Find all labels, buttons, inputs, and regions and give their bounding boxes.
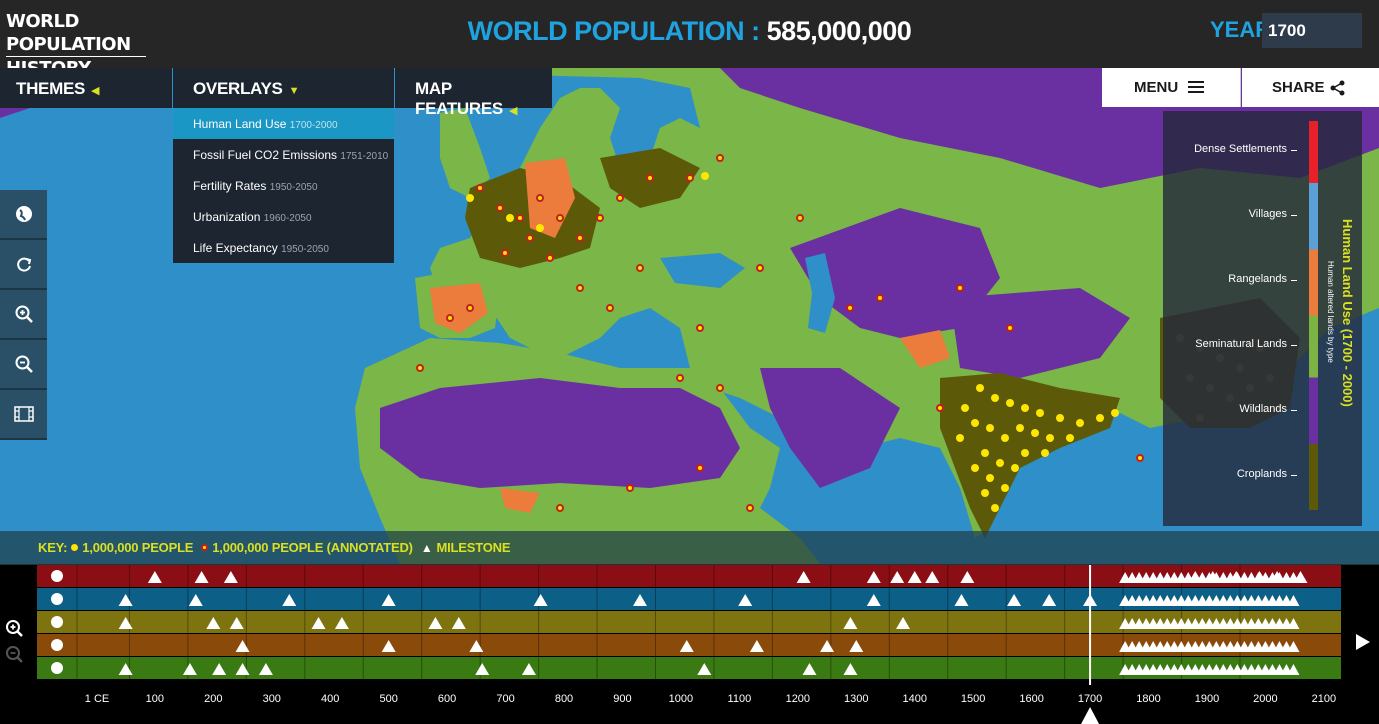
map-key: KEY: 1,000,000 PEOPLE 1,000,000 PEOPLE (AN… xyxy=(0,531,1379,565)
globe-icon xyxy=(15,206,32,222)
refresh-icon xyxy=(16,257,31,272)
people-icon xyxy=(51,616,63,628)
play-next-icon[interactable] xyxy=(1355,633,1371,651)
zoom-in-icon xyxy=(15,305,33,323)
share-label: SHARE xyxy=(1272,79,1325,96)
menu-label: MENU xyxy=(1134,79,1179,96)
overlay-item-fertility[interactable]: Fertility Rates 1950-2050 xyxy=(173,170,394,201)
timeline-tick-label: 900 xyxy=(613,693,632,705)
legend-croplands: Croplands xyxy=(1236,468,1298,480)
timeline-tick-label: 600 xyxy=(437,693,457,705)
timeline-tick-label: 2100 xyxy=(1311,693,1337,705)
overlays-dropdown: Human Land Use 1700-2000 Fossil Fuel CO2… xyxy=(173,108,394,263)
legend-wildlands: Wildlands xyxy=(1239,403,1297,415)
overlay-item-life-expectancy[interactable]: Life Expectancy 1950-2050 xyxy=(173,232,394,263)
zoom-out-icon xyxy=(15,355,33,373)
legend-color-bar xyxy=(1309,121,1318,510)
timeline-tick-label: 1100 xyxy=(727,693,752,705)
overlay-range: 1751-2010 xyxy=(340,151,389,162)
header-bar: WORLD POPULATION HISTORY WORLD POPULATIO… xyxy=(0,0,1379,79)
overlay-range: 1950-2050 xyxy=(281,244,329,255)
zoom-in-button[interactable] xyxy=(0,290,47,340)
legend-title: Human Land Use (1700 - 2000) xyxy=(1340,219,1355,407)
refresh-button[interactable] xyxy=(0,240,47,290)
zoom-out-button[interactable] xyxy=(0,340,47,390)
timeline-tick-label: 1500 xyxy=(960,693,986,705)
medical-kit-icon xyxy=(51,593,63,605)
milestone-triangle-icon: ▲ xyxy=(420,541,433,555)
tab-overlays[interactable]: OVERLAYS ▼ xyxy=(173,68,394,108)
timeline-tick-label: 1 CE xyxy=(84,693,110,705)
tab-map-features[interactable]: MAP FEATURES ◀ xyxy=(395,68,552,118)
legend-villages: Villages xyxy=(1248,208,1298,220)
legend-rangelands: Rangelands xyxy=(1228,273,1297,285)
overlay-range: 1700-2000 xyxy=(289,120,338,131)
legend-seminatural-lands: Seminatural Lands xyxy=(1195,338,1297,350)
timeline-tick-label: 500 xyxy=(379,693,398,705)
food-icon xyxy=(51,570,63,582)
film-button[interactable] xyxy=(0,390,47,440)
legend-dense-settlements: Dense Settlements xyxy=(1194,143,1297,155)
tab-map-features-label: MAP FEATURES xyxy=(415,79,503,118)
key-milestone: MILESTONE xyxy=(436,540,511,555)
globe-button[interactable] xyxy=(0,190,47,240)
population-title: WORLD POPULATION : 585,000,000 xyxy=(0,16,1379,47)
timeline[interactable]: 1 CE 100 200 300 400 500 600 700 800 900 1000 1100 1… xyxy=(0,565,1379,724)
tab-overlays-label: OVERLAYS xyxy=(193,79,283,98)
share-icon xyxy=(1330,80,1345,96)
menu-button[interactable]: MENU xyxy=(1102,68,1241,107)
timeline-zoom-in-icon[interactable] xyxy=(5,619,25,639)
legend-subtitle: Human altered lands by type xyxy=(1326,261,1335,363)
timeline-tick-label: 300 xyxy=(262,693,281,705)
overlay-item-urbanization[interactable]: Urbanization 1960-2050 xyxy=(173,201,394,232)
overlay-item-human-land-use[interactable]: Human Land Use 1700-2000 xyxy=(173,108,394,139)
caret-left-icon: ◀ xyxy=(91,85,100,97)
timeline-tick-label: 100 xyxy=(145,693,165,705)
timeline-tick-label: 1600 xyxy=(1019,693,1044,705)
yellow-dot-icon xyxy=(71,544,79,551)
overlay-range: 1960-2050 xyxy=(263,213,312,224)
tree-icon xyxy=(51,639,63,651)
caret-left-icon: ◀ xyxy=(508,105,518,117)
key-label: KEY: xyxy=(38,540,68,555)
overlay-label: Fertility Rates xyxy=(193,179,267,193)
timeline-tick-label: 700 xyxy=(496,693,515,705)
timeline-tick-label: 1700 xyxy=(1077,693,1103,705)
atom-icon xyxy=(51,662,63,674)
tab-themes[interactable]: THEMES ◀ xyxy=(0,68,172,108)
map-tools xyxy=(0,190,47,440)
timeline-tick-label: 1800 xyxy=(1136,693,1161,705)
overlay-item-fossil-fuel[interactable]: Fossil Fuel CO2 Emissions 1751-2010 xyxy=(173,139,394,170)
overlay-label: Urbanization xyxy=(193,210,261,224)
share-button[interactable]: SHARE xyxy=(1242,68,1379,107)
key-people: 1,000,000 PEOPLE xyxy=(82,540,194,555)
year-input[interactable]: 1700 xyxy=(1262,13,1362,48)
timeline-tick-label: 1900 xyxy=(1194,693,1220,705)
overlay-label: Human Land Use xyxy=(193,117,287,131)
film-icon xyxy=(13,406,34,422)
annotated-dot-icon xyxy=(201,544,209,551)
timeline-tick-label: 200 xyxy=(204,693,223,705)
hamburger-icon xyxy=(1188,81,1204,93)
timeline-tick-label: 1400 xyxy=(902,693,927,705)
timeline-zoom-out-icon[interactable] xyxy=(5,645,25,665)
overlay-label: Fossil Fuel CO2 Emissions xyxy=(193,148,338,162)
overlay-label: Life Expectancy xyxy=(193,241,278,255)
timeline-tick-label: 1300 xyxy=(844,693,869,705)
year-slider-handle[interactable] xyxy=(1081,707,1100,724)
timeline-tick-label: 2000 xyxy=(1253,693,1278,705)
population-value: 585,000,000 xyxy=(766,16,912,46)
overlay-range: 1950-2050 xyxy=(269,182,318,193)
timeline-tick-label: 400 xyxy=(321,693,340,705)
land-use-legend: Dense Settlements Villages Rangelands Se… xyxy=(1163,111,1362,526)
timeline-tick-label: 1200 xyxy=(785,693,811,705)
tab-themes-label: THEMES xyxy=(16,79,86,98)
timeline-tick-label: 800 xyxy=(554,693,574,705)
population-label: WORLD POPULATION : xyxy=(467,16,760,46)
key-people-annotated: 1,000,000 PEOPLE (ANNOTATED) xyxy=(212,540,413,555)
caret-down-icon: ▼ xyxy=(288,85,300,97)
timeline-tick-label: 1000 xyxy=(668,693,694,705)
